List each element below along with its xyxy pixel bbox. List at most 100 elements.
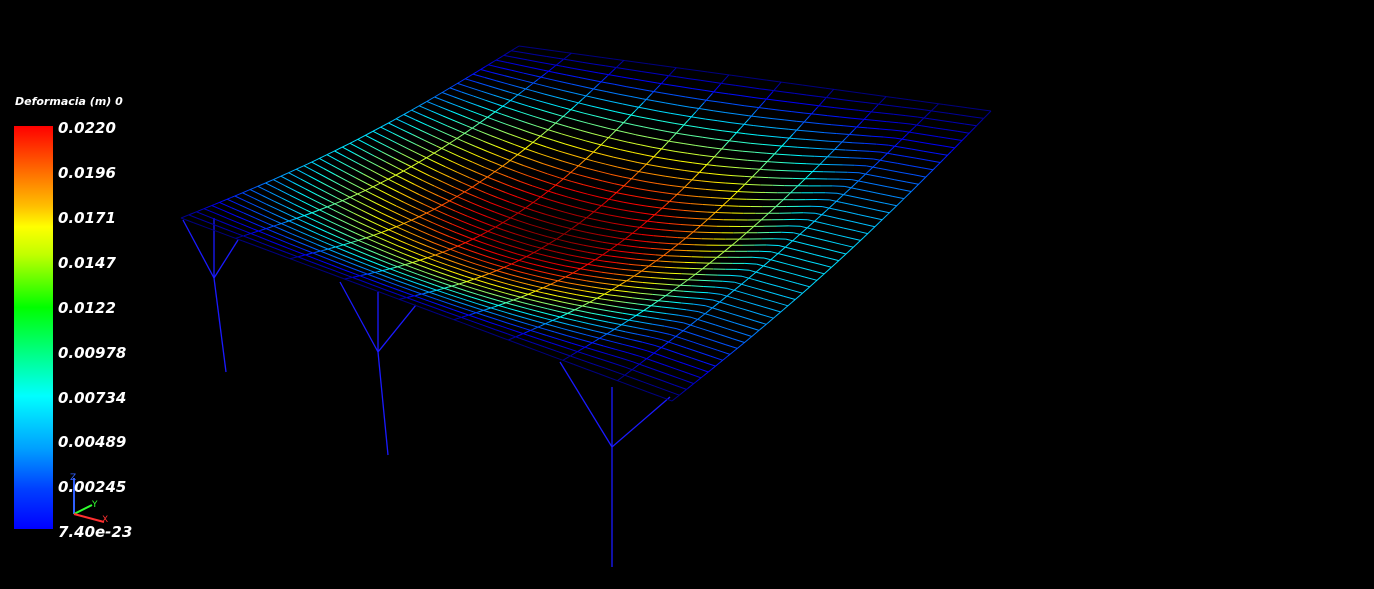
mesh-line — [511, 50, 524, 54]
mesh-line — [744, 300, 757, 306]
mesh-line — [232, 226, 246, 232]
mesh-line — [358, 265, 371, 272]
3d-viewport[interactable]: Z Y X — [0, 0, 1374, 589]
mesh-line — [899, 146, 912, 150]
mesh-line — [690, 203, 703, 205]
mesh-line — [257, 185, 271, 193]
mesh-line — [500, 310, 513, 315]
mesh-line — [883, 136, 896, 139]
mesh-line — [432, 269, 446, 275]
mesh-line — [938, 136, 951, 140]
mesh-line — [402, 178, 415, 185]
mesh-line — [648, 259, 661, 262]
mesh-line — [481, 90, 494, 96]
mesh-line — [691, 270, 701, 277]
mesh-line — [686, 309, 699, 313]
mesh-line — [632, 218, 645, 222]
mesh-line — [468, 305, 481, 310]
mesh-line — [448, 236, 462, 242]
mesh-line — [825, 87, 838, 91]
mesh-line — [799, 102, 812, 106]
mesh-line — [632, 361, 645, 367]
mesh-line — [824, 132, 837, 134]
mesh-line — [636, 258, 649, 261]
mesh-line — [287, 226, 301, 233]
mesh-line — [519, 311, 533, 316]
mesh-line — [723, 157, 736, 160]
mesh-line — [807, 121, 820, 125]
mesh-line — [964, 123, 977, 127]
mesh-line — [503, 54, 516, 59]
mesh-line — [510, 133, 523, 140]
mesh-line — [217, 231, 231, 237]
mesh-line — [442, 115, 456, 122]
mesh-line — [821, 247, 835, 252]
mesh-line — [824, 231, 837, 236]
mesh-line — [570, 59, 583, 63]
mesh-line — [933, 127, 946, 130]
mesh-line — [605, 304, 619, 308]
mesh-line — [783, 254, 796, 259]
mesh-line — [495, 329, 508, 335]
mesh-line — [509, 107, 522, 113]
mesh-line — [326, 212, 339, 220]
mesh-line — [841, 243, 854, 248]
mesh-line — [632, 297, 645, 300]
mesh-line — [729, 190, 742, 193]
mesh-line — [383, 199, 397, 207]
mesh-line — [644, 298, 658, 302]
mesh-line — [593, 143, 603, 153]
mesh-line — [440, 267, 453, 273]
mesh-line — [504, 98, 518, 104]
mesh-line — [902, 191, 912, 200]
mesh-line — [710, 128, 723, 132]
mesh-line — [701, 108, 714, 112]
mesh-line — [607, 353, 621, 359]
mesh-line — [686, 124, 699, 128]
mesh-line — [534, 142, 547, 148]
x-axis-line — [73, 513, 105, 523]
mesh-line — [585, 334, 599, 339]
mesh-line — [819, 263, 832, 268]
mesh-line — [698, 279, 711, 282]
mesh-line — [643, 253, 656, 256]
mesh-line — [529, 256, 542, 261]
mesh-line — [857, 150, 870, 152]
mesh-line — [871, 135, 884, 138]
mesh-line — [425, 165, 438, 172]
mesh-line — [527, 334, 540, 340]
mesh-line — [657, 272, 670, 274]
mesh-line — [551, 342, 565, 348]
mesh-line — [542, 163, 556, 168]
mesh-line — [539, 61, 551, 65]
mesh-line — [630, 95, 643, 100]
mesh-line — [532, 185, 545, 191]
mesh-line — [609, 267, 622, 270]
mesh-line — [517, 127, 531, 134]
mesh-line — [676, 296, 689, 299]
mesh-line — [294, 203, 307, 211]
mesh-line — [381, 259, 394, 266]
mesh-line — [319, 206, 329, 211]
mesh-line — [549, 222, 563, 227]
mesh-line — [482, 114, 495, 121]
mesh-line — [279, 254, 292, 260]
mesh-line — [771, 161, 784, 164]
mesh-line — [879, 193, 893, 197]
mesh-line — [465, 248, 479, 254]
mesh-line — [372, 130, 386, 138]
mesh-line — [562, 65, 575, 70]
mesh-line — [488, 177, 501, 183]
mesh-line — [640, 264, 653, 267]
mesh-line — [505, 316, 518, 322]
mesh-line — [273, 175, 283, 180]
mesh-line — [487, 267, 500, 272]
mesh-line — [490, 135, 503, 141]
mesh-line — [303, 165, 317, 173]
mesh-line — [312, 184, 326, 193]
mesh-line — [603, 205, 617, 210]
mesh-line — [822, 105, 835, 109]
mesh-line — [451, 294, 464, 300]
mesh-line — [326, 154, 340, 162]
mesh-line — [952, 121, 965, 125]
